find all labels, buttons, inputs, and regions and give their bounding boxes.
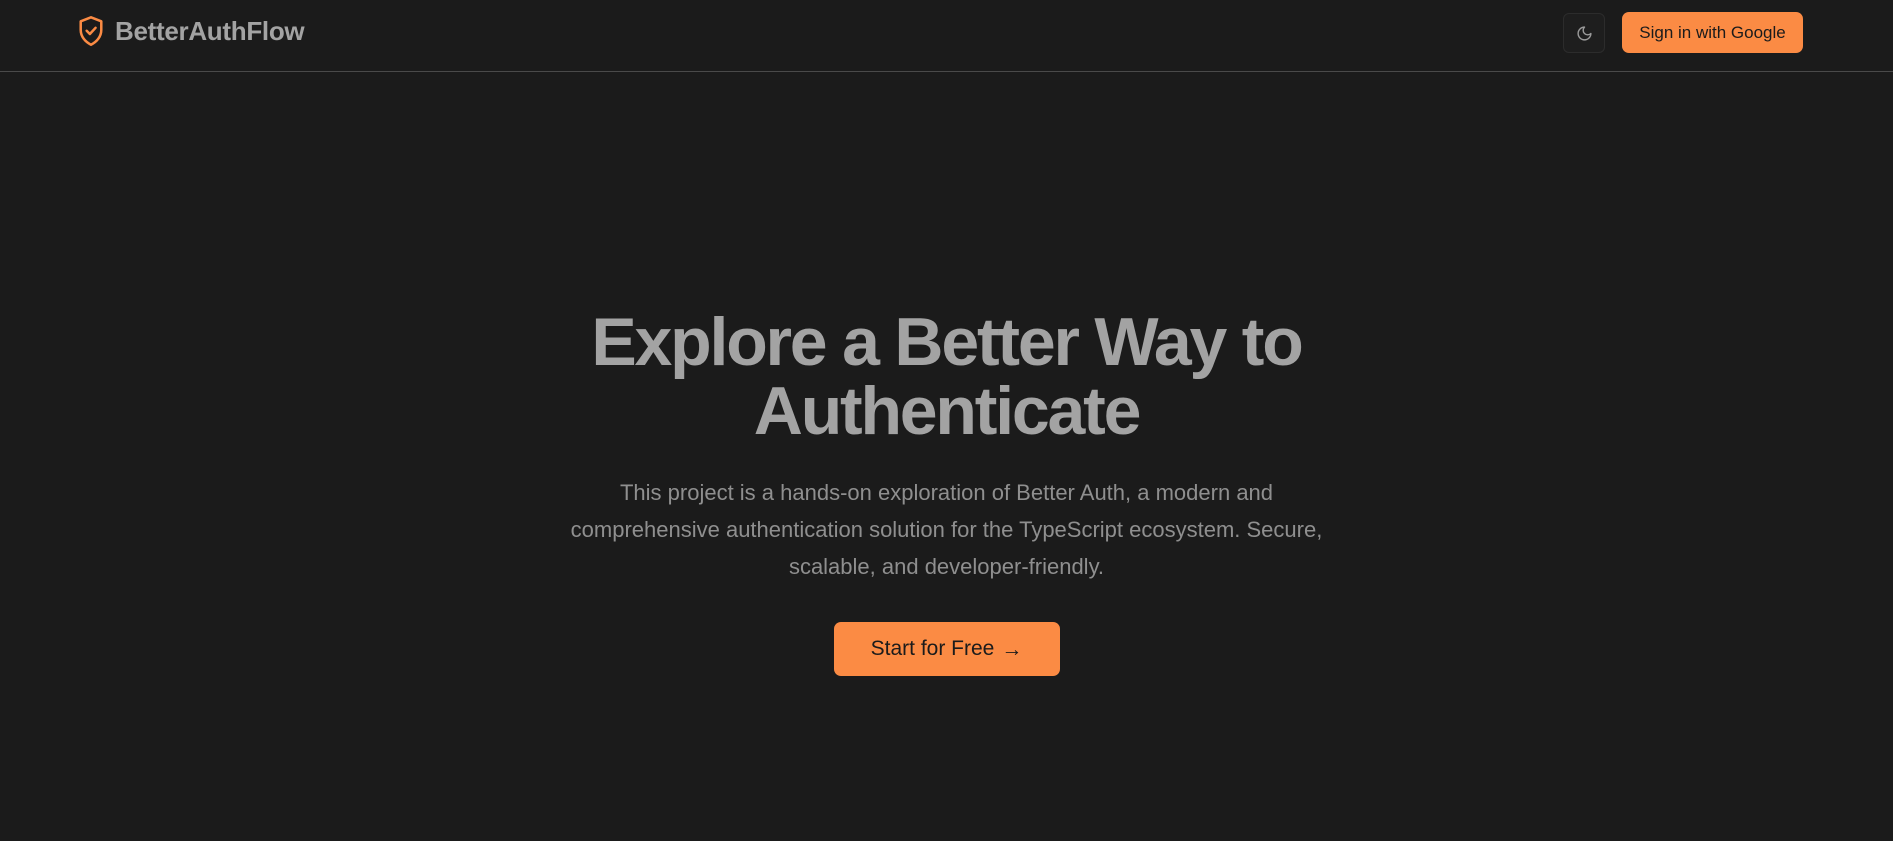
brand-logo[interactable]: BetterAuthFlow [77,15,305,47]
brand-name: BetterAuthFlow [115,15,305,46]
cta-label: Start for Free [870,637,995,660]
hero-title: Explore a Better Way to Authenticate [591,304,1303,449]
start-free-button[interactable]: Start for Free → [833,622,1060,676]
moon-icon [1576,25,1593,42]
sign-in-google-button[interactable]: Sign in with Google [1622,12,1803,53]
top-navbar: BetterAuthFlow Sign in with Google [0,0,1893,72]
hero-section: Explore a Better Way to Authenticate Thi… [0,308,1893,676]
hero-description: This project is a hands-on exploration o… [570,480,1323,579]
theme-toggle-button[interactable] [1563,13,1605,53]
arrow-right-icon: → [1001,637,1023,661]
shield-check-icon [77,15,105,47]
